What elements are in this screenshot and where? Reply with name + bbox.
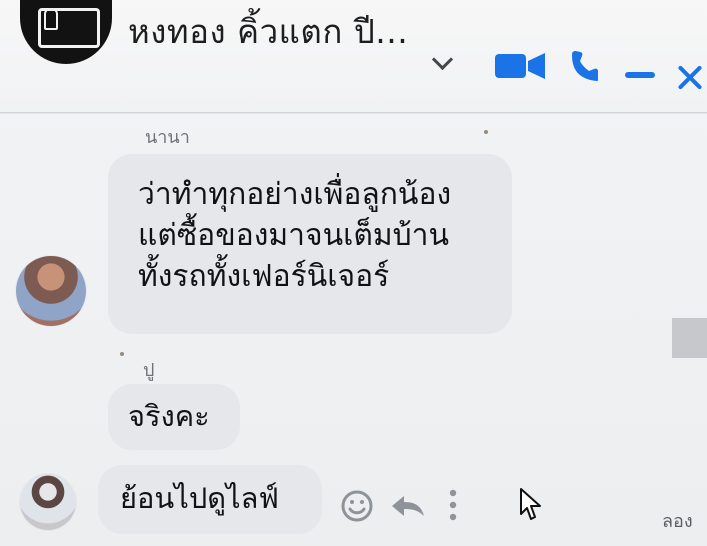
chat-window: หงทอง คิ้วแตก ปี... นานา ว่าทำทุกอย่างเพ… [0,0,707,546]
side-panel-partial-text: ลอง [662,511,693,532]
message-bubble: ย้อนไปดูไลฟ์ [98,465,322,534]
group-avatar-icon[interactable] [20,0,112,64]
chevron-down-icon[interactable] [431,48,454,71]
phone-call-icon[interactable] [568,48,598,84]
avatar[interactable] [16,256,86,326]
chat-header: หงทอง คิ้วแตก ปี... [0,0,707,113]
cursor-icon [520,488,541,520]
message-line: แต่ซื้อของมาจนเต็มบ้าน [138,218,449,253]
message-bubble: จริงคะ [108,384,240,450]
close-icon[interactable] [676,62,707,93]
smiley-icon[interactable] [340,489,374,523]
scrollbar-track[interactable] [672,318,707,358]
message-sender-name: ปู [143,360,155,381]
more-options-icon[interactable] [448,488,458,522]
message-sender-name: นานา [145,127,190,148]
dust-dot [484,130,488,134]
message-line: ทั้งรถทั้งเฟอร์นิเจอร์ [138,259,390,294]
avatar[interactable] [20,474,76,530]
reply-icon[interactable] [390,492,426,520]
video-call-icon[interactable] [495,52,547,80]
group-avatar-mark [44,8,58,30]
message-bubble: ว่าทำทุกอย่างเพื่อลูกน้อง แต่ซื้อของมาจน… [108,154,512,334]
minimize-icon[interactable] [625,72,655,78]
message-line: ว่าทำทุกอย่างเพื่อลูกน้อง [138,177,452,212]
chat-title[interactable]: หงทอง คิ้วแตก ปี... [128,12,408,52]
dust-dot [120,352,124,356]
